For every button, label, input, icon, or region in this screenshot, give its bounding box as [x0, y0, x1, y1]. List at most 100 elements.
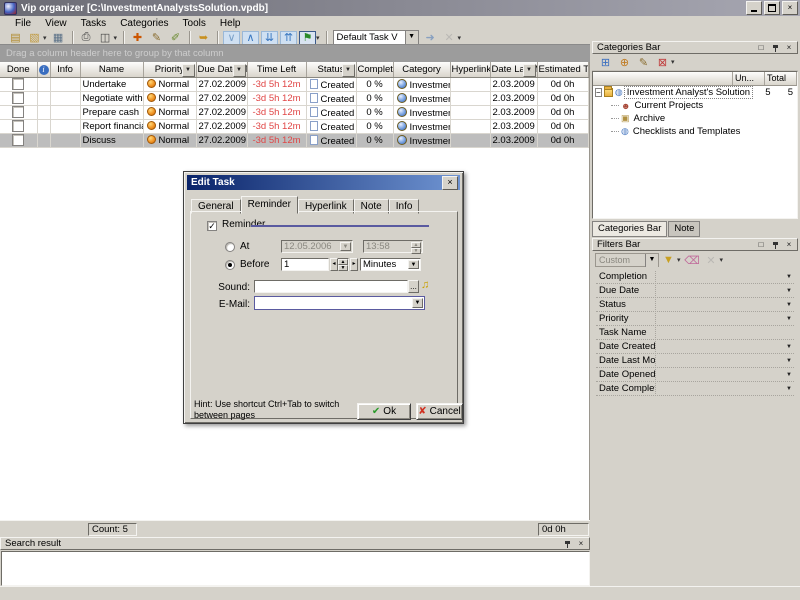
chevron-down-icon[interactable]: ▼: [786, 386, 792, 392]
chevron-down-icon[interactable]: ▼: [412, 298, 423, 308]
sound-field[interactable]: [257, 281, 405, 292]
print-icon[interactable]: ⎙: [78, 31, 95, 45]
done-checkbox[interactable]: [12, 92, 24, 104]
dock-tab-categories-bar[interactable]: Categories Bar: [592, 221, 667, 237]
filter-dropdown-icon[interactable]: ▼: [523, 64, 536, 77]
column-header-info[interactable]: Info: [50, 62, 80, 78]
chevron-down-icon[interactable]: ▼: [408, 260, 419, 269]
menu-tasks[interactable]: Tasks: [74, 17, 114, 30]
chevron-down-icon[interactable]: ▼: [405, 31, 418, 44]
pin-icon[interactable]: [769, 240, 781, 250]
sound-input[interactable]: [254, 280, 408, 293]
column-header-total[interactable]: Total: [765, 72, 797, 85]
done-checkbox[interactable]: [12, 106, 24, 118]
category-root-item[interactable]: − ◍ Investment Analyst's Solution 5 5: [593, 86, 797, 99]
column-header-due-date-ti[interactable]: Due Date&Ti▼: [196, 62, 247, 78]
chevron-down-icon[interactable]: ▾: [458, 34, 462, 42]
task-row[interactable]: DiscussNormal27.02.2009-3d 5h 12mCreated…: [0, 134, 588, 148]
column-header-time-left[interactable]: Time Left: [247, 62, 306, 78]
minimize-button[interactable]: [746, 1, 762, 15]
column-header-unread[interactable]: Un...: [733, 72, 765, 85]
column-header-status[interactable]: Status▼: [306, 62, 356, 78]
done-checkbox[interactable]: [12, 134, 24, 146]
close-icon[interactable]: ×: [783, 240, 795, 250]
chevron-down-icon[interactable]: ▼: [786, 274, 792, 280]
column-header-category[interactable]: Category: [393, 62, 450, 78]
column-header-name[interactable]: Name: [80, 62, 143, 78]
search-result-body[interactable]: [1, 551, 590, 586]
done-checkbox[interactable]: [12, 78, 24, 90]
new-database-icon[interactable]: ▤: [7, 31, 24, 45]
open-database-icon[interactable]: ▧: [26, 31, 43, 45]
menu-file[interactable]: File: [8, 17, 38, 30]
column-header-done[interactable]: Done: [0, 62, 37, 78]
dialog-tab-reminder[interactable]: Reminder: [241, 196, 298, 214]
at-radio[interactable]: [225, 242, 235, 252]
filter-preset-combo[interactable]: Custom ▼: [595, 253, 659, 267]
chevron-down-icon[interactable]: ▼: [786, 358, 792, 364]
pin-icon[interactable]: [769, 43, 781, 53]
email-combo[interactable]: ▼: [254, 296, 425, 310]
duplicate-task-icon[interactable]: ✐: [167, 31, 184, 45]
cancel-button[interactable]: ✘ Cancel: [416, 403, 463, 420]
chevron-down-icon[interactable]: ▾: [43, 34, 47, 42]
chevron-down-icon[interactable]: ▾: [677, 256, 681, 264]
apply-filter-icon[interactable]: ▼: [660, 253, 677, 267]
chevron-down-icon[interactable]: ▾: [671, 58, 675, 66]
move-to-bottom-icon[interactable]: ⇊: [261, 31, 278, 45]
category-item-current-projects[interactable]: ☻Current Projects: [593, 99, 797, 112]
before-value-input[interactable]: [281, 258, 329, 271]
reminder-checkbox[interactable]: ✓: [207, 221, 217, 231]
before-radio[interactable]: [225, 260, 235, 270]
column-header-flag[interactable]: i: [37, 62, 50, 78]
before-unit-combo[interactable]: Minutes ▼: [360, 258, 421, 271]
edit-task-icon[interactable]: ✎: [148, 31, 165, 45]
move-to-top-icon[interactable]: ⇈: [280, 31, 297, 45]
start-view-icon[interactable]: ⚑: [299, 31, 316, 45]
chevron-down-icon[interactable]: ▾: [114, 34, 118, 42]
edit-category-icon[interactable]: ✎: [635, 55, 652, 69]
task-row[interactable]: UndertakeNormal27.02.2009-3d 5h 12mCreat…: [0, 78, 588, 92]
chevron-down-icon[interactable]: ▼: [786, 316, 792, 322]
close-button[interactable]: ×: [782, 1, 798, 15]
new-task-icon[interactable]: ✚: [129, 31, 146, 45]
at-time-spinner[interactable]: 13:58 ▲▼: [363, 240, 423, 253]
new-category-icon[interactable]: ⊞: [597, 55, 614, 69]
menu-tools[interactable]: Tools: [176, 17, 213, 30]
task-row[interactable]: Prepare cashNormal27.02.2009-3d 5h 12mCr…: [0, 106, 588, 120]
menu-view[interactable]: View: [38, 17, 74, 30]
chevron-down-icon[interactable]: ▼: [786, 302, 792, 308]
send-task-icon[interactable]: ➥: [195, 31, 212, 45]
at-date-combo[interactable]: 12.05.2006 ▼: [281, 240, 353, 253]
chevron-down-icon[interactable]: ▼: [645, 254, 658, 267]
browse-sound-button[interactable]: ...: [408, 280, 419, 293]
spin-down-icon[interactable]: ▼: [338, 265, 348, 271]
task-row[interactable]: Negotiate withNormal27.02.2009-3d 5h 12m…: [0, 92, 588, 106]
column-header-estimated-time[interactable]: Estimated Time: [537, 62, 588, 78]
chevron-down-icon[interactable]: ▼: [340, 242, 351, 251]
close-icon[interactable]: ×: [575, 539, 587, 549]
email-field[interactable]: [257, 297, 407, 309]
category-item-checklists-and-templates[interactable]: ◍Checklists and Templates: [593, 125, 797, 138]
filter-row-task-name[interactable]: Task Name: [596, 326, 794, 340]
spin-down-icon[interactable]: ▼: [411, 248, 421, 254]
task-view-combo[interactable]: Default Task V▼: [333, 30, 419, 45]
dialog-title-bar[interactable]: Edit Task ×: [187, 175, 460, 190]
step-right-icon[interactable]: ▸: [350, 258, 358, 271]
chevron-down-icon[interactable]: ▾: [720, 256, 724, 264]
filter-row-date-opened[interactable]: Date Opened▼: [596, 368, 794, 382]
filter-row-due-date[interactable]: Due Date▼: [596, 284, 794, 298]
done-checkbox[interactable]: [12, 120, 24, 132]
save-icon[interactable]: ▦: [50, 31, 67, 45]
dock-tab-note[interactable]: Note: [668, 221, 700, 237]
filter-row-date-completed[interactable]: Date Completed▼: [596, 382, 794, 396]
filter-row-status[interactable]: Status▼: [596, 298, 794, 312]
delete-category-icon[interactable]: ⊠: [654, 55, 671, 69]
column-header-complete[interactable]: Complete: [356, 62, 393, 78]
filter-row-completion[interactable]: Completion▼: [596, 270, 794, 284]
ok-button[interactable]: ✔ Ok: [357, 403, 411, 420]
filter-row-date-last-modifi[interactable]: Date Last Modifi▼: [596, 354, 794, 368]
new-subcategory-icon[interactable]: ⊕: [616, 55, 633, 69]
close-icon[interactable]: ×: [442, 176, 458, 190]
step-left-icon[interactable]: ◂: [330, 258, 338, 271]
